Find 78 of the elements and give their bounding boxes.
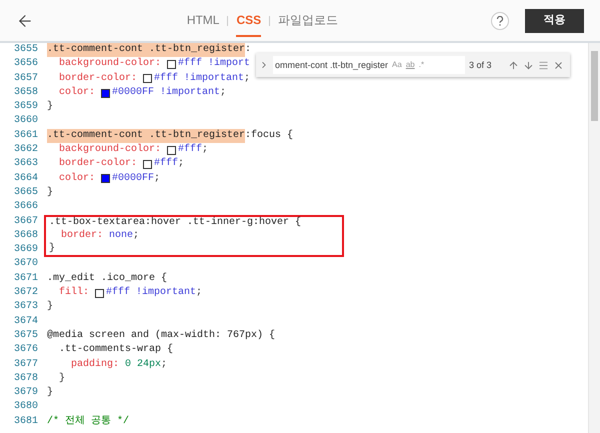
code-token: :focus {: [245, 128, 294, 143]
apply-button[interactable]: 적용: [525, 8, 584, 32]
editor-tab[interactable]: CSS: [236, 4, 262, 36]
code-token: padding:: [70, 358, 120, 372]
code-token: color:: [58, 172, 96, 186]
code-token: :: [245, 43, 252, 57]
whole-word-toggle[interactable]: ab: [406, 58, 415, 72]
match-count: 3 of 3: [469, 58, 492, 72]
code-token: #fff !import: [178, 57, 250, 72]
code-token: none: [109, 228, 134, 243]
code-token: ;: [196, 286, 202, 300]
line-number: 3663: [12, 157, 38, 172]
code-token: #0000FF: [112, 172, 154, 186]
code-token: ;: [161, 358, 168, 372]
code-token: }: [47, 186, 54, 200]
code-token: background-color:: [58, 57, 162, 72]
code-token: ;: [220, 86, 226, 100]
line-number: 3674: [12, 314, 38, 329]
line-number: 3669: [12, 243, 38, 258]
line-number: 3657: [12, 72, 38, 86]
code-token: #fff: [178, 143, 202, 158]
line-number: 3675: [12, 328, 38, 343]
line-number: 3660: [12, 114, 38, 128]
code-token: .tt-comment-cont .tt-btn_register: [47, 43, 246, 58]
line-number: 3679: [12, 386, 38, 400]
code-token: background-color:: [58, 143, 162, 158]
code-token: ;: [202, 143, 208, 158]
code-token: @media screen and (max-width: 767px) {: [47, 328, 276, 343]
code-token: #fff !important: [154, 72, 244, 86]
code-token: ;: [154, 172, 160, 186]
line-number: 3656: [12, 57, 38, 72]
line-number: 3668: [12, 228, 38, 243]
code-token: }: [47, 386, 54, 400]
code-token: ;: [178, 157, 184, 172]
code-token: #fff !important: [106, 286, 196, 300]
line-number: 3673: [12, 300, 38, 314]
code-token: 0 24px: [125, 358, 162, 372]
editor-tab[interactable]: 파일업로드: [278, 4, 338, 36]
line-number: 3659: [12, 100, 38, 114]
code-token: .tt-comments-wrap {: [58, 343, 174, 358]
regex-toggle[interactable]: .*: [418, 58, 424, 72]
code-token: #0000FF !important: [112, 86, 220, 100]
code-token: ;: [244, 72, 250, 86]
line-number: 3666: [12, 200, 38, 214]
line-number: 3676: [12, 343, 38, 358]
line-number: 3680: [12, 400, 38, 414]
line-number: 3678: [12, 372, 38, 386]
line-number: 3670: [12, 257, 38, 272]
code-comment: /* 전체 공통 */: [47, 414, 130, 429]
code-token: }: [47, 100, 54, 114]
code-token: border-color:: [58, 157, 138, 172]
code-token: ;: [133, 228, 140, 243]
find-input-value: omment-cont .tt-btn_register: [275, 58, 388, 72]
line-number: 3665: [12, 186, 38, 200]
line-number: 3671: [12, 272, 38, 286]
code-token: }: [47, 300, 54, 314]
code-token: border-color:: [58, 72, 138, 86]
line-number: 3672: [12, 286, 38, 300]
code-token: #fff: [154, 157, 178, 172]
line-number: 3677: [12, 358, 38, 372]
code-token: .tt-box-textarea:hover .tt-inner-g:hover {: [49, 216, 302, 230]
line-number: 3667: [12, 214, 38, 229]
code-token: .tt-comment-cont .tt-btn_register: [47, 128, 246, 144]
code-token: border:: [60, 228, 104, 243]
line-number: 3661: [12, 128, 38, 143]
line-number: 3681: [12, 414, 38, 429]
line-number: 3664: [12, 172, 38, 186]
editor-tab[interactable]: HTML: [186, 4, 220, 36]
code-token: .my_edit .ico_more {: [47, 272, 168, 286]
code-token: }: [49, 242, 56, 256]
code-token: fill:: [58, 286, 90, 300]
match-case-toggle[interactable]: Aa: [392, 58, 402, 72]
code-token: }: [58, 372, 66, 386]
line-number: 3662: [12, 143, 38, 158]
line-number: 3658: [12, 86, 38, 100]
code-token: color:: [58, 86, 96, 100]
find-input[interactable]: omment-cont .tt-btn_register Aa ab .*: [273, 56, 465, 74]
line-number: 3655: [12, 43, 38, 57]
